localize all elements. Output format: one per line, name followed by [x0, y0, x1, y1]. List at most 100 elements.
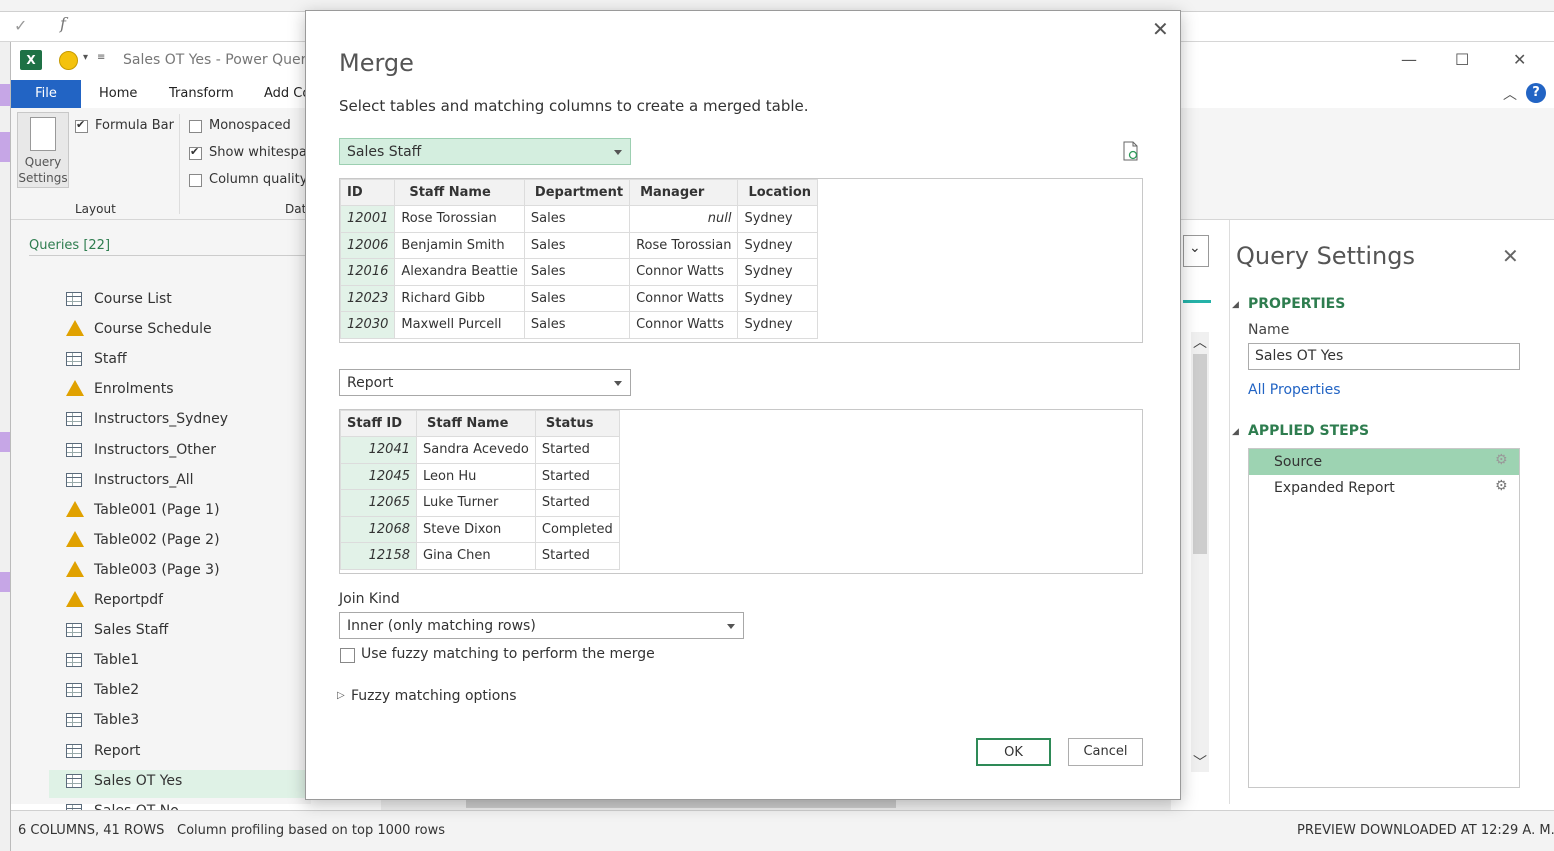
- close-icon[interactable]: ✕: [1152, 17, 1169, 41]
- query-settings-button[interactable]: Query Settings: [17, 112, 69, 188]
- collapse-icon[interactable]: ◢: [1232, 427, 1239, 437]
- query-item[interactable]: Instructors_All: [66, 469, 311, 497]
- query-item-label: Course List: [94, 291, 172, 307]
- query-item[interactable]: Enrolments: [66, 378, 311, 406]
- query-item-label: Reportpdf: [94, 592, 164, 608]
- table-icon: [66, 352, 82, 367]
- join-kind-select[interactable]: Inner (only matching rows): [339, 612, 744, 639]
- table-cell: Started: [534, 489, 620, 517]
- query-item[interactable]: Table1: [66, 649, 311, 677]
- step-expanded-report[interactable]: Expanded Report ⚙: [1249, 475, 1519, 501]
- queries-pane: Queries [22] Course List Course Schedule S…: [11, 220, 311, 819]
- query-item[interactable]: Course List: [66, 288, 311, 316]
- formula-bar-checkbox[interactable]: [75, 118, 88, 133]
- query-item[interactable]: Reportpdf: [66, 589, 311, 617]
- query-item[interactable]: Table2: [66, 679, 311, 707]
- query-name-input[interactable]: Sales OT Yes: [1248, 343, 1520, 370]
- expand-icon[interactable]: ▷: [337, 690, 345, 701]
- query-item[interactable]: Report: [66, 740, 311, 768]
- query-item[interactable]: Staff: [66, 348, 311, 376]
- table-row: 12030 Maxwell Purcell Sales Connor Watts Syd…: [339, 311, 819, 339]
- all-properties-link[interactable]: All Properties: [1248, 382, 1341, 398]
- fuzzy-matching-checkbox[interactable]: [340, 648, 355, 663]
- table-cell: Sales: [523, 311, 631, 339]
- query-item-label: Course Schedule: [94, 321, 212, 338]
- table-header-row: ID Staff Name Department Manager Location: [339, 179, 819, 206]
- gear-icon[interactable]: ⚙: [1495, 478, 1508, 494]
- table-cell: Sandra Acevedo: [416, 436, 536, 464]
- table-cell: Started: [534, 542, 620, 570]
- query-item-label: Report: [94, 742, 141, 759]
- table-cell: 12065: [340, 489, 417, 517]
- warning-icon: [66, 500, 84, 517]
- collapse-icon[interactable]: ◢: [1232, 300, 1239, 310]
- table-row: 12065 Luke Turner Started: [340, 489, 620, 517]
- table-icon: [66, 743, 82, 758]
- column-quality-checkbox[interactable]: [189, 174, 202, 187]
- query-item[interactable]: Instructors_Sydney: [66, 408, 311, 436]
- first-table-select[interactable]: Sales Staff: [339, 138, 631, 165]
- tab-home[interactable]: Home: [87, 80, 149, 108]
- customize-icon[interactable]: ≡: [97, 52, 105, 63]
- table-icon: [66, 773, 82, 788]
- query-item-label: Table001 (Page 1): [94, 501, 220, 518]
- column-header[interactable]: Staff Name: [394, 179, 525, 206]
- second-table-preview: Staff ID Staff Name Status 12041 Sandra Acev…: [339, 409, 1143, 574]
- column-header[interactable]: Department: [523, 179, 631, 206]
- table-cell: Sydney: [737, 205, 819, 233]
- query-item[interactable]: Table001 (Page 1): [66, 499, 311, 527]
- ok-button[interactable]: OK: [976, 738, 1051, 766]
- query-item[interactable]: Sales OT Yes: [49, 769, 311, 798]
- step-source[interactable]: Source ⚙: [1249, 449, 1519, 475]
- table-icon: [66, 472, 82, 487]
- close-pane-icon[interactable]: ✕: [1502, 244, 1519, 268]
- table-cell: Maxwell Purcell: [394, 311, 525, 339]
- query-item[interactable]: Table3: [66, 709, 311, 737]
- gear-icon[interactable]: ⚙: [1495, 452, 1508, 468]
- monospaced-checkbox[interactable]: [189, 120, 202, 133]
- query-item-label: Sales Staff: [94, 622, 169, 639]
- query-item[interactable]: Table002 (Page 2): [66, 529, 311, 557]
- fuzzy-options-toggle[interactable]: Fuzzy matching options: [351, 688, 517, 704]
- refresh-preview-icon[interactable]: [1122, 141, 1140, 161]
- table-cell: 12041: [340, 436, 417, 464]
- column-header[interactable]: Staff Name: [416, 410, 536, 437]
- column-header[interactable]: Location: [737, 179, 819, 206]
- close-window-icon[interactable]: ✕: [1513, 50, 1526, 69]
- table-cell: 12045: [340, 462, 417, 490]
- scroll-up-icon[interactable]: ︿: [1193, 332, 1207, 352]
- query-item-label: Instructors_Other: [94, 441, 216, 458]
- query-item[interactable]: Table003 (Page 3): [66, 559, 311, 587]
- table-row: 12158 Gina Chen Started: [340, 542, 620, 570]
- table-cell: Sydney: [737, 231, 819, 259]
- cancel-button[interactable]: Cancel: [1068, 738, 1143, 766]
- properties-header: PROPERTIES: [1248, 296, 1346, 312]
- table-cell: Luke Turner: [416, 489, 536, 517]
- chevron-down-icon: [614, 381, 622, 386]
- column-header[interactable]: ID: [339, 179, 396, 206]
- query-item[interactable]: Course Schedule: [66, 318, 311, 346]
- tab-transform[interactable]: Transform: [157, 80, 246, 108]
- collapse-ribbon-icon[interactable]: ︿: [1503, 84, 1517, 104]
- second-table-select[interactable]: Report: [339, 369, 631, 396]
- column-header[interactable]: Staff ID: [340, 410, 417, 437]
- table-icon: [66, 623, 82, 638]
- chevron-down-icon[interactable]: ▾: [83, 52, 88, 63]
- query-item[interactable]: Instructors_Other: [66, 439, 311, 467]
- minimize-icon[interactable]: —: [1401, 50, 1417, 69]
- show-whitespace-checkbox[interactable]: [189, 145, 202, 160]
- table-icon: [66, 442, 82, 457]
- warning-icon: [66, 380, 84, 397]
- scroll-down-icon[interactable]: ﹀: [1193, 752, 1207, 772]
- column-header[interactable]: Status: [534, 410, 620, 437]
- query-item[interactable]: Sales Staff: [66, 619, 311, 647]
- tab-file[interactable]: File: [11, 80, 81, 108]
- query-settings-title: Query Settings: [1236, 242, 1416, 270]
- vertical-scrollbar[interactable]: ︿ ﹀: [1191, 332, 1209, 772]
- formula-expand-button[interactable]: ⌄: [1183, 235, 1209, 267]
- table-cell: Rose Torossian: [629, 231, 739, 259]
- maximize-icon[interactable]: ☐: [1455, 50, 1469, 69]
- help-icon[interactable]: ?: [1526, 83, 1546, 103]
- column-header[interactable]: Manager: [629, 179, 739, 206]
- smiley-icon[interactable]: [59, 51, 78, 70]
